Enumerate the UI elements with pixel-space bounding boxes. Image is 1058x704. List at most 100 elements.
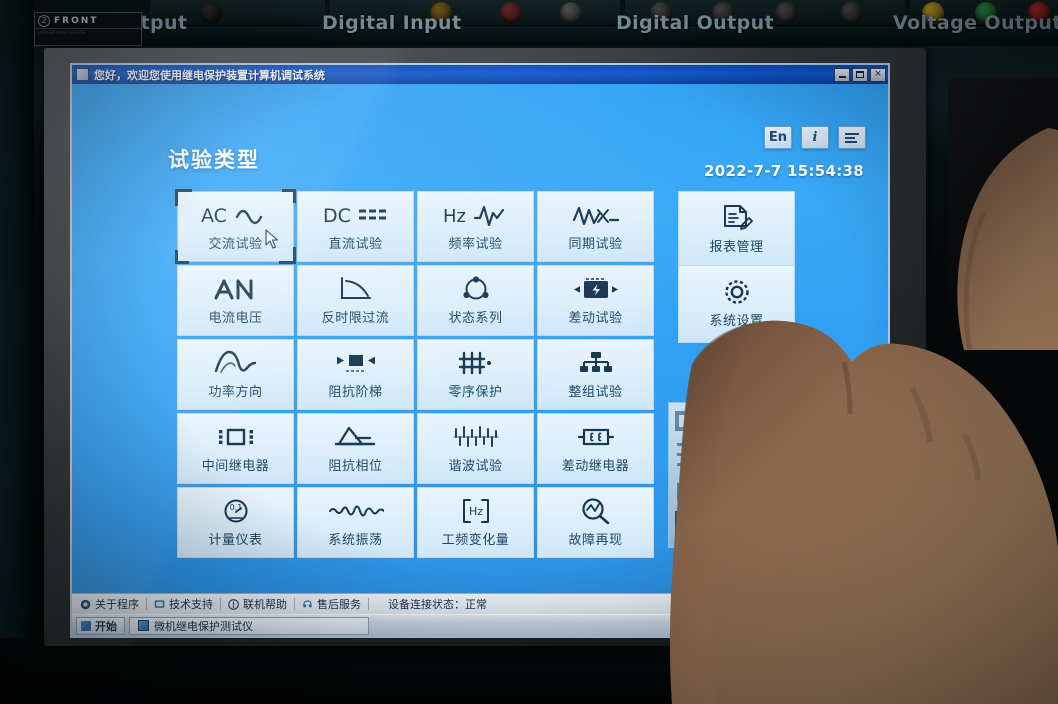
windows-flag-icon	[81, 620, 91, 631]
tile-label: 同期试验	[568, 236, 623, 252]
panel-label-digital-output: Digital Output	[616, 12, 774, 34]
harmonic-wave-icon	[452, 424, 500, 450]
status-item-about[interactable]: 关于程序	[80, 596, 139, 612]
tile-fault-replay[interactable]: 故障再现	[537, 487, 654, 558]
tile-label: 交流试验	[208, 236, 263, 252]
tile-label: 频率试验	[448, 236, 503, 252]
mouse-cursor-icon	[265, 229, 279, 249]
tile-label: 状态系列	[448, 310, 503, 326]
impedance-step-icon	[330, 350, 382, 376]
hz-waveform-icon: Hz	[441, 202, 511, 228]
impedance-phase-icon	[334, 424, 378, 450]
svg-text:DC: DC	[323, 205, 351, 227]
taskbar-task-label: 微机继电保护测试仪	[154, 619, 253, 633]
tile-intermediate-relay[interactable]: 中间继电器	[177, 413, 294, 484]
tile-inverse-time-overcurrent[interactable]: 反时限过流	[297, 265, 414, 336]
tile-label: 系统设置	[709, 314, 764, 329]
tile-label: 谐波试验	[448, 458, 503, 474]
tile-differential-relay[interactable]: 差动继电器	[537, 413, 654, 484]
device-bottom-panel	[0, 638, 1058, 704]
status-item-label: 技术支持	[169, 598, 213, 611]
application-window: 您好，欢迎您使用继电保护装置计算机调试系统 × 试验类型 En i 2022-7…	[70, 63, 890, 638]
window-title: 您好，欢迎您使用继电保护装置计算机调试系统	[94, 68, 325, 82]
tile-label: 工频变化量	[441, 532, 510, 548]
report-document-icon	[721, 205, 753, 231]
fault-replay-icon	[580, 497, 612, 524]
right-dark-panel	[948, 78, 1058, 338]
close-button[interactable]: ×	[870, 67, 886, 82]
tile-impedance-phase[interactable]: 阻抗相位	[297, 413, 414, 484]
status-item-label: 售后服务	[317, 598, 361, 611]
intermediate-relay-icon	[214, 424, 258, 450]
tile-system-oscillation[interactable]: 系统振荡	[297, 487, 414, 558]
tile-synchronization-test[interactable]: 同期试验	[537, 191, 654, 262]
background-graphic	[668, 402, 730, 548]
status-item-support[interactable]: 技术支持	[154, 596, 213, 612]
tile-power-direction[interactable]: 功率方向	[177, 339, 294, 410]
info-button[interactable]: i	[801, 126, 829, 149]
tile-label: 系统振荡	[328, 532, 383, 548]
front-tag-label: FRONT	[54, 15, 99, 26]
tile-ac-test[interactable]: AC 交流试验	[175, 189, 296, 264]
menu-button[interactable]	[838, 126, 866, 149]
front-panel-tag: 2 FRONT DANGER HIGH VOLTAGE	[34, 12, 142, 46]
page-title: 试验类型	[168, 148, 260, 172]
zero-sequence-icon	[457, 350, 495, 376]
device-left-rail	[0, 0, 34, 704]
status-item-help[interactable]: 联机帮助	[228, 596, 287, 612]
language-button[interactable]: En	[764, 126, 792, 149]
oscillation-icon	[328, 498, 384, 524]
tile-label: 电流电压	[208, 310, 263, 326]
status-separator	[294, 598, 295, 610]
tile-report-management[interactable]: 报表管理	[678, 191, 795, 269]
status-separator	[220, 598, 221, 610]
tile-metering-instrument[interactable]: 0.1 计量仪表	[177, 487, 294, 558]
minimize-button[interactable]	[834, 67, 850, 82]
panel-label-voltage-output: Voltage Output	[893, 12, 1058, 34]
differential-relay-icon	[576, 424, 616, 450]
status-item-label: 联机帮助	[243, 598, 287, 611]
group-test-tree-icon	[579, 350, 613, 376]
status-item-service[interactable]: 售后服务	[302, 596, 361, 612]
tile-dc-test[interactable]: DC 直流试验	[297, 191, 414, 262]
tile-label: 阻抗相位	[328, 458, 383, 474]
meter-gauge-icon: 0.1	[221, 498, 251, 524]
status-separator	[146, 598, 147, 610]
task-app-icon	[138, 620, 149, 631]
tile-state-sequence[interactable]: 状态系列	[417, 265, 534, 336]
terminal-jack	[840, 2, 862, 24]
tile-current-voltage[interactable]: 电流电压	[177, 265, 294, 336]
tile-label: 功率方向	[208, 384, 263, 400]
window-controls: ×	[834, 67, 886, 82]
differential-icon	[570, 276, 622, 302]
inverse-time-curve-icon	[336, 276, 376, 302]
tile-system-settings[interactable]: 系统设置	[678, 265, 795, 343]
sync-waveform-icon	[572, 202, 620, 228]
svg-text:Hz: Hz	[468, 505, 482, 518]
tile-label: 阻抗阶梯	[328, 384, 383, 400]
tile-differential-test[interactable]: 差动试验	[537, 265, 654, 336]
terminal-jack	[560, 2, 582, 24]
ac-sine-icon: AC	[201, 202, 271, 228]
tile-harmonic-test[interactable]: 谐波试验	[417, 413, 534, 484]
tile-frequency-test[interactable]: Hz 频率试验	[417, 191, 534, 262]
tile-group-test[interactable]: 整组试验	[537, 339, 654, 410]
tile-label: 反时限过流	[321, 310, 390, 326]
start-button[interactable]: 开始	[76, 616, 125, 635]
terminal-jack	[500, 2, 522, 24]
status-bar: 关于程序 技术支持 联机帮助 售后服务 设备连接状态：正常	[72, 593, 888, 614]
tile-power-frequency-change[interactable]: Hz 工频变化量	[417, 487, 534, 558]
svg-text:Hz: Hz	[443, 206, 466, 227]
tile-zero-sequence-protection[interactable]: 零序保护	[417, 339, 534, 410]
taskbar-task-button[interactable]: 微机继电保护测试仪	[129, 616, 369, 635]
maximize-button[interactable]	[852, 67, 868, 82]
dc-dashes-icon: DC	[321, 202, 391, 228]
tile-label: 故障再现	[568, 532, 623, 548]
tile-label: 中间继电器	[201, 458, 270, 474]
test-type-grid: AC 交流试验 DC 直流试验 Hz 频率试验 同期试验 电流电压 反时限过流 …	[175, 189, 654, 558]
ac-caption: AC	[201, 205, 227, 227]
tile-impedance-step[interactable]: 阻抗阶梯	[297, 339, 414, 410]
device-top-panel: Output Digital Input Digital Output Volt…	[0, 0, 1058, 46]
front-tag-fine-print: DANGER HIGH VOLTAGE	[38, 30, 86, 35]
app-icon	[76, 68, 89, 81]
